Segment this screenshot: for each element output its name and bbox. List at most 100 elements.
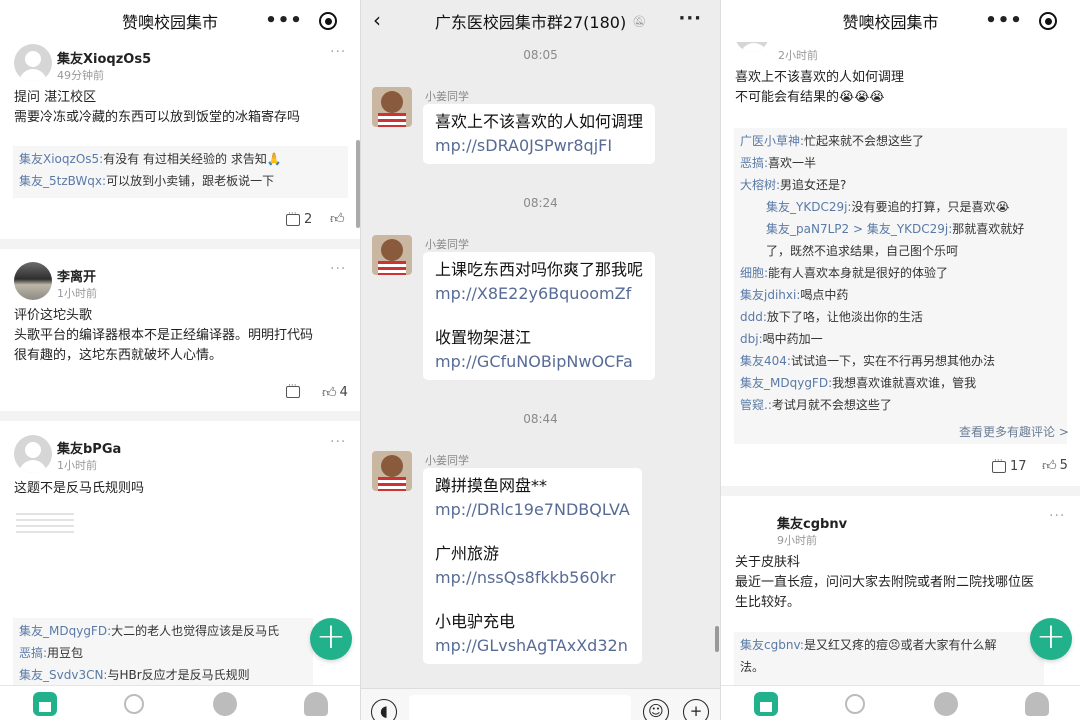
profile-tab-icon[interactable] — [304, 692, 328, 716]
comment-button[interactable] — [286, 381, 304, 398]
post-user[interactable]: 李离开 — [57, 266, 96, 285]
comment-count[interactable]: 17 — [992, 456, 1027, 474]
comment-user[interactable]: 集友404: — [740, 354, 791, 368]
emoji-icon[interactable]: ☺ — [643, 699, 669, 720]
comment-user[interactable]: 恶搞: — [740, 156, 768, 170]
comment-user[interactable]: 集友jdihxi: — [740, 288, 800, 302]
comment-icon — [992, 456, 1006, 473]
comment-user[interactable]: 管窥.: — [740, 398, 772, 412]
comment-count[interactable]: 2 — [286, 209, 312, 227]
comment-user[interactable]: dbj: — [740, 332, 763, 346]
profile-tab-icon[interactable] — [1025, 692, 1049, 716]
comment-box: 集友_MDqygFD:大二的老人也觉得应该是反马氏 恶搞:用豆包 集友_Svdv… — [13, 618, 313, 685]
more-menu-icon[interactable]: ••• — [262, 8, 306, 34]
comment-text: 那就喜欢就好 — [952, 222, 1025, 236]
comment-reply[interactable]: 集友_YKDC29j:没有要追的打算，只是喜欢😭 — [740, 196, 1061, 218]
post-card[interactable]: 集友bPGa 1小时前 ··· 这题不是反马氏规则吗 集友_MDqygFD:大二… — [0, 421, 360, 685]
plus-icon[interactable]: + — [310, 618, 352, 660]
avatar[interactable] — [14, 44, 52, 82]
message-link[interactable]: mp://nssQs8fkkb560kr — [435, 566, 630, 590]
comment[interactable]: 管窥.:考试月就不会想这些了 — [740, 394, 1061, 416]
comment-user[interactable]: ddd: — [740, 310, 767, 324]
message-link[interactable]: mp://sDRA0JSPwr8qjFI — [435, 134, 643, 158]
message-link[interactable]: mp://X8E22y6BquoomZf — [435, 282, 643, 306]
search-tab-icon[interactable] — [124, 694, 144, 714]
comment[interactable]: 恶搞:喜欢一半 — [740, 152, 1061, 174]
comment[interactable]: 集友404:试试追一下，实在不行再另想其他办法 — [740, 350, 1061, 372]
post-more-icon[interactable]: ··· — [330, 434, 346, 450]
more-icon[interactable]: ··· — [678, 8, 702, 29]
plus-icon[interactable]: + — [1030, 618, 1072, 660]
comment-reply[interactable]: 集友_paN7LP2 > 集友_YKDC29j:那就喜欢就好 — [740, 218, 1061, 240]
message-bubble[interactable]: 上课吃东西对吗你爽了那我呢 mp://X8E22y6BquoomZf 收置物架湛… — [423, 252, 656, 380]
comment[interactable]: 集友jdihxi:喝点中药 — [740, 284, 1061, 306]
comment-text: 与HBr反应才是反马氏规则 — [107, 668, 250, 682]
comment[interactable]: ddd:放下了咯，让他淡出你的生活 — [740, 306, 1061, 328]
message-bubble[interactable]: 蹲拼摸鱼网盘** mp://DRlc19e7NDBQLVA 广州旅游 mp://… — [423, 468, 642, 664]
post-card[interactable]: 集友XioqzOs5 49分钟前 ··· 提问 湛江校区 需要冷冻或冷藏的东西可… — [0, 42, 360, 239]
message-tab-icon[interactable] — [213, 692, 237, 716]
message-link[interactable]: mp://GLvshAgTAxXd32n — [435, 634, 630, 658]
comment[interactable]: dbj:喝中药加一 — [740, 328, 1061, 350]
avatar[interactable] — [14, 435, 52, 473]
comment-user[interactable]: 广医小草神: — [740, 134, 804, 148]
view-more-comments-link[interactable]: 查看更多有趣评论 > — [959, 423, 1069, 440]
chevron-left-icon[interactable]: ‹ — [373, 8, 381, 32]
post-more-icon[interactable]: ··· — [1049, 508, 1065, 524]
comment[interactable]: 集友cgbnv:是又红又疼的痘😣或者大家有什么解 — [740, 634, 1038, 656]
post-more-icon[interactable]: ··· — [330, 261, 346, 277]
avatar[interactable] — [14, 262, 52, 300]
comment-user[interactable]: 集友_MDqygFD: — [19, 624, 111, 638]
search-tab-icon[interactable] — [845, 694, 865, 714]
comment-user[interactable]: 集友_paN7LP2 > 集友_YKDC29j: — [766, 222, 952, 236]
voice-icon[interactable]: ◖ — [371, 699, 397, 720]
avatar[interactable] — [735, 508, 773, 546]
comment[interactable]: 广医小草神:忙起来就不会想这些了 — [740, 130, 1061, 152]
comment-user[interactable]: 集友_5tzBWqx: — [19, 174, 106, 188]
comment[interactable]: 恶搞:用豆包 — [19, 642, 307, 664]
sender-avatar[interactable] — [372, 87, 412, 127]
sender-avatar[interactable] — [372, 451, 412, 491]
comment-user[interactable]: 大榕树: — [740, 178, 780, 192]
message-input[interactable] — [409, 695, 631, 720]
comment-user[interactable]: 集友_MDqygFD: — [740, 376, 832, 390]
plus-circle-icon[interactable]: + — [683, 699, 709, 720]
comment[interactable]: 细胞:能有人喜欢本身就是很好的体验了 — [740, 262, 1061, 284]
like-button[interactable]: 👍︎ 5 — [1042, 457, 1068, 474]
more-menu-icon[interactable]: ••• — [982, 8, 1026, 34]
comment[interactable]: 集友_MDqygFD:大二的老人也觉得应该是反马氏 — [19, 620, 307, 642]
post-card[interactable]: 李离开 1小时前 ··· 评价这坨头歌 头歌平台的编译器根本不是正经编译器。明明… — [0, 249, 360, 411]
sender-avatar[interactable] — [372, 235, 412, 275]
comment[interactable]: 集友_5tzBWqx:可以放到小卖铺，跟老板说一下 — [19, 170, 342, 192]
post-image-thumbnail[interactable] — [16, 513, 74, 535]
comment[interactable]: 集友_MDqygFD:我想喜欢谁就喜欢谁，管我 — [740, 372, 1061, 394]
message-bubble[interactable]: 喜欢上不该喜欢的人如何调理 mp://sDRA0JSPwr8qjFI — [423, 104, 656, 164]
scrollbar[interactable] — [715, 626, 719, 652]
comment-user[interactable]: 集友_Svdv3CN: — [19, 668, 107, 682]
post-user[interactable]: 集友cgbnv — [777, 513, 847, 532]
message-link[interactable]: mp://DRlc19e7NDBQLVA — [435, 498, 630, 522]
post-user[interactable]: 集友bPGa — [57, 438, 121, 457]
like-button[interactable]: 👍︎ — [330, 210, 348, 227]
comment-user[interactable]: 细胞: — [740, 266, 768, 280]
comment-user[interactable]: 恶搞: — [19, 646, 47, 660]
home-tab-icon[interactable] — [754, 692, 778, 716]
message-tab-icon[interactable] — [934, 692, 958, 716]
like-button[interactable]: 👍︎ 4 — [322, 384, 348, 401]
post-more-icon[interactable]: ··· — [330, 44, 346, 60]
comment[interactable]: 集友_Svdv3CN:与HBr反应才是反马氏规则 — [19, 664, 307, 686]
home-tab-icon[interactable] — [33, 692, 57, 716]
comment[interactable]: 集友XioqzOs5:有没有 有过相关经验的 求告知🙏 — [19, 148, 342, 170]
post-user[interactable]: 集友XioqzOs5 — [57, 48, 151, 67]
comment-user[interactable]: 集友_YKDC29j: — [766, 200, 851, 214]
comment[interactable]: 大榕树:男追女还是? — [740, 174, 1061, 196]
comment-user[interactable]: 集友cgbnv: — [740, 638, 804, 652]
message-link[interactable]: mp://GCfuNOBipNwOCFa — [435, 350, 643, 374]
message-text: 上课吃东西对吗你爽了那我呢 — [435, 260, 644, 279]
comment-user[interactable]: 集友XioqzOs5: — [19, 152, 103, 166]
post-card[interactable]: 2小时前 喜欢上不该喜欢的人如何调理 不可能会有结果的😭😭😭 广医小草神:忙起来… — [721, 0, 1080, 486]
close-miniprogram-icon[interactable] — [1026, 12, 1070, 30]
post-card[interactable]: 集友cgbnv 9小时前 ··· 关于皮肤科 最近一直长痘，问问大家去附院或者附… — [721, 496, 1080, 685]
close-miniprogram-icon[interactable] — [306, 12, 350, 30]
